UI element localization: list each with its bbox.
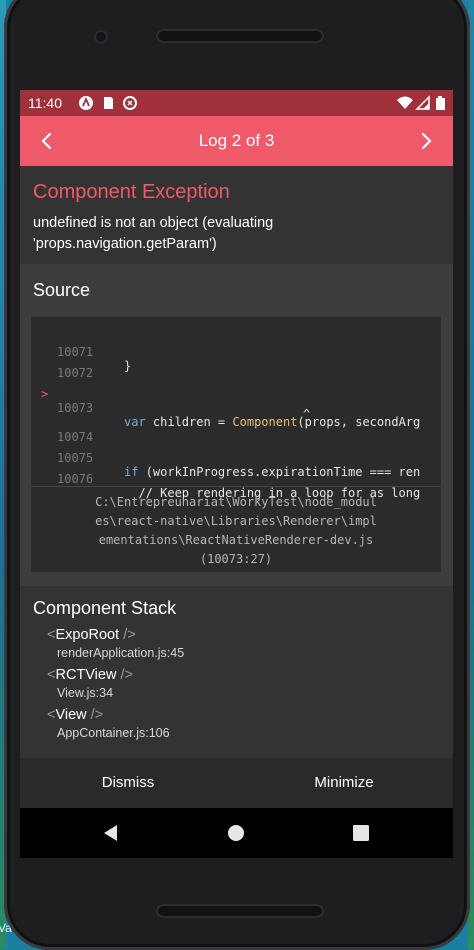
earpiece-speaker [156, 29, 324, 43]
stack-frame-tag: <ExpoRoot /> [47, 627, 136, 643]
code-line: 10074 [31, 416, 441, 444]
status-time: 11:40 [28, 95, 62, 111]
next-log-button[interactable] [409, 124, 443, 158]
front-camera [94, 30, 108, 44]
source-section: Source 10071 } 10072 > 10073 var childre… [20, 264, 453, 586]
log-footer: Dismiss Minimize [20, 758, 453, 808]
wifi-icon [396, 95, 413, 111]
source-title: Source [33, 280, 91, 300]
minimize-button[interactable]: Minimize [236, 758, 452, 808]
stack-frame-file: renderApplication.js:45 [57, 646, 185, 660]
nav-home-button[interactable] [225, 822, 247, 844]
exception-message[interactable]: undefined is not an object (evaluating '… [33, 213, 443, 255]
stack-frame-file: AppContainer.js:106 [57, 726, 170, 740]
stack-frame-tag: <View /> [47, 707, 104, 723]
code-line: 10075 if (workInProgress.expirationTime … [31, 437, 441, 479]
android-nav-bar [20, 808, 453, 858]
status-bar: 11:40 [20, 90, 453, 116]
line-number: 10076 [57, 472, 94, 486]
file-path-line: ementations\ReactNativeRenderer-dev.js [98, 533, 374, 547]
signal-icon [415, 95, 431, 111]
code-divider [31, 486, 441, 487]
file-path-line: (10073:27) [199, 552, 273, 566]
phone-screen: 11:40 Log 2 of 3 Component Exception und… [20, 90, 453, 858]
data-saver-icon [122, 95, 138, 111]
chevron-right-icon [421, 132, 432, 150]
file-path-line: C:\Entrepreunariat\WorkyTest\node_modul [95, 495, 377, 509]
stack-frame-file: View.js:34 [57, 686, 114, 700]
error-caret-line: ^ [31, 393, 441, 421]
stack-frame-tag: <RCTView /> [47, 667, 133, 683]
log-counter-title: Log 2 of 3 [198, 131, 275, 150]
code-frame[interactable]: 10071 } 10072 > 10073 var children = Com… [31, 317, 441, 572]
component-stack-section: Component Stack <ExpoRoot /> renderAppli… [20, 586, 453, 758]
back-triangle-icon [104, 825, 117, 841]
stack-frame[interactable]: <RCTView /> View.js:34 [47, 667, 133, 700]
source-file-path[interactable]: C:\Entrepreunariat\WorkyTest\node_modul … [31, 493, 441, 569]
exception-message-line: undefined is not an object (evaluating [33, 215, 274, 231]
code-line: 10072 [31, 352, 441, 380]
home-circle-icon [228, 825, 244, 841]
exception-message-line: 'props.navigation.getParam') [33, 236, 217, 252]
exception-section: Component Exception undefined is not an … [20, 166, 453, 264]
dismiss-button[interactable]: Dismiss [20, 758, 236, 808]
stack-frame[interactable]: <View /> AppContainer.js:106 [47, 707, 170, 740]
battery-icon [433, 95, 449, 111]
file-path-line: es\react-native\Libraries\Renderer\impl [95, 514, 377, 528]
code-line-highlighted: > 10073 var children = Component(props, … [31, 373, 441, 429]
sd-card-icon [100, 95, 116, 111]
component-stack-title: Component Stack [33, 598, 177, 618]
notification-a-icon [78, 95, 94, 111]
nav-back-button[interactable] [100, 822, 122, 844]
recents-square-icon [353, 825, 369, 841]
code-line: 10076 // Keep rendering in a loop for as… [31, 458, 441, 500]
exception-title: Component Exception [33, 181, 230, 203]
bottom-speaker [156, 904, 324, 918]
stack-frame[interactable]: <ExpoRoot /> renderApplication.js:45 [47, 627, 184, 660]
code-line: 10071 } [31, 331, 441, 373]
log-header: Log 2 of 3 [20, 116, 453, 166]
nav-recents-button[interactable] [350, 822, 372, 844]
